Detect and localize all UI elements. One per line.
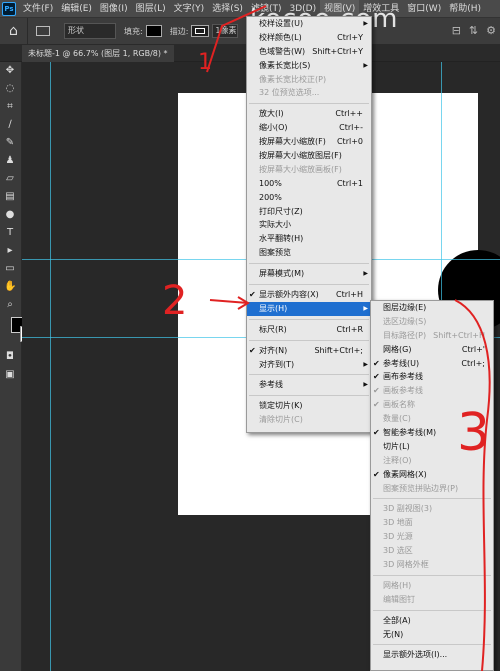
annotation-layer — [206, 5, 491, 671]
annotation-step-3: 3 — [457, 403, 491, 463]
photoshop-window: Ps 文件(F) 编辑(E) 图像(I) 图层(L) 文字(Y) 选择(S) 滤… — [0, 0, 500, 671]
annotation-step-1: 1 — [198, 50, 212, 75]
annotation-arrow-1 — [206, 5, 267, 73]
annotation-step-2: 2 — [162, 278, 188, 324]
annotation-bracket — [454, 299, 491, 671]
